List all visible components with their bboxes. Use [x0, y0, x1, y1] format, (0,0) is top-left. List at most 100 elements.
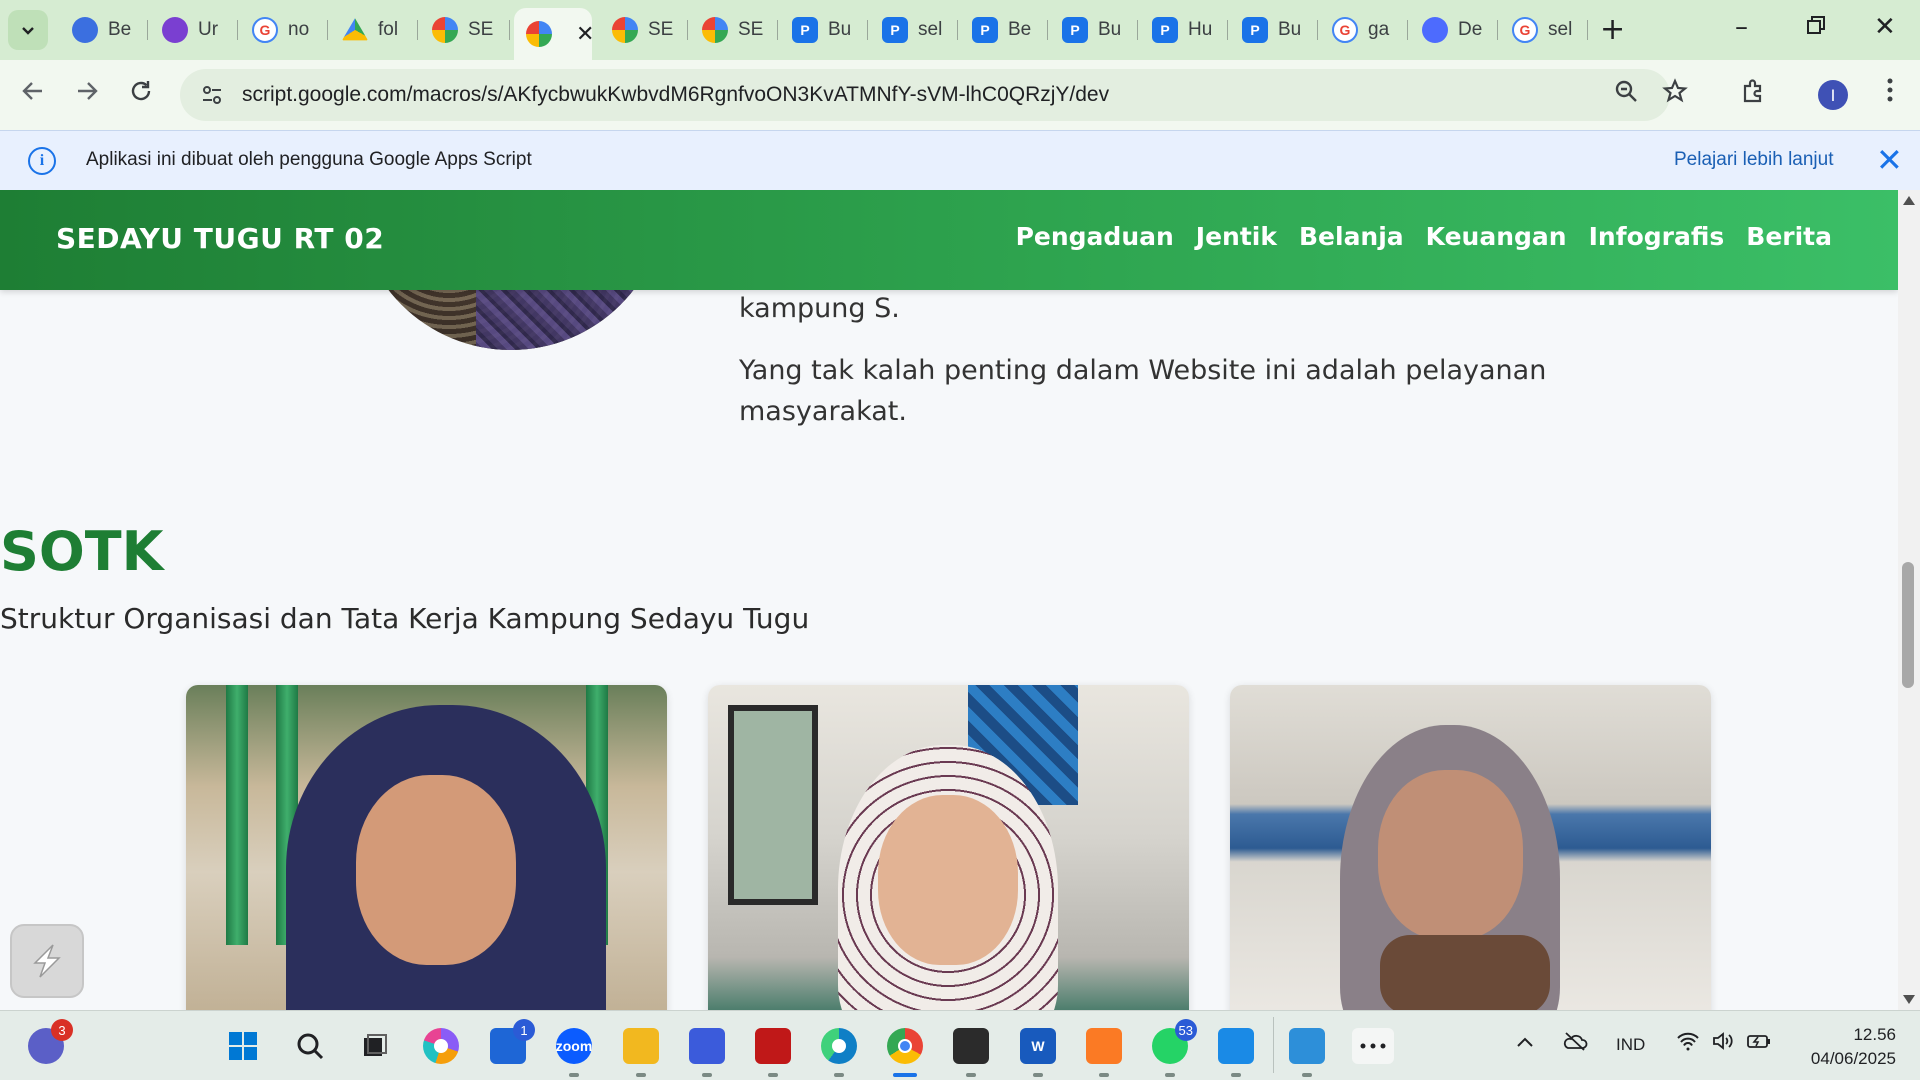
floating-action-button[interactable]: [10, 924, 84, 998]
scroll-down-arrow[interactable]: [1903, 995, 1915, 1004]
xampp-taskbar-button[interactable]: [1083, 1025, 1125, 1077]
search-taskbar-button[interactable]: [289, 1025, 331, 1067]
google-icon: G: [252, 17, 278, 43]
terminal-taskbar-button[interactable]: [950, 1025, 992, 1077]
browser-tab[interactable]: P Hu: [1140, 10, 1228, 50]
task-view-icon: [357, 1028, 393, 1064]
reload-button[interactable]: [128, 78, 154, 111]
scroll-up-arrow[interactable]: [1903, 196, 1915, 205]
photos-taskbar-button[interactable]: [1286, 1025, 1328, 1077]
browser-tab[interactable]: Gga: [1320, 10, 1408, 50]
battery-icon[interactable]: [1746, 1031, 1772, 1056]
browser-tab[interactable]: ✕: [514, 8, 594, 60]
info-icon: i: [28, 147, 56, 175]
menu-item-infografis[interactable]: Infografis: [1589, 222, 1725, 251]
file-explorer-taskbar-button[interactable]: [620, 1025, 662, 1077]
tab-title: ga: [1368, 19, 1390, 40]
browser-tab[interactable]: Be: [60, 10, 148, 50]
browser-toolbar: script.google.com/macros/s/AKfycbwukKwbv…: [0, 60, 1920, 130]
mcafee-taskbar-button[interactable]: [752, 1025, 794, 1077]
sotk-subtitle: Struktur Organisasi dan Tata Kerja Kampu…: [0, 602, 810, 635]
site-settings-icon[interactable]: [196, 79, 228, 111]
chrome-taskbar-button[interactable]: [884, 1025, 926, 1077]
site-menu: Pengaduan Jentik Belanja Keuangan Infogr…: [1016, 222, 1832, 251]
browser-tab[interactable]: P Bu: [1230, 10, 1318, 50]
p-icon: P: [882, 17, 908, 43]
address-bar[interactable]: script.google.com/macros/s/AKfycbwukKwbv…: [180, 69, 1670, 121]
browser-tab[interactable]: SE: [690, 10, 778, 50]
drive-icon: [342, 18, 368, 41]
google-icon: G: [1332, 17, 1358, 43]
menu-item-pengaduan[interactable]: Pengaduan: [1016, 222, 1174, 251]
browser-tab[interactable]: Gno: [240, 10, 328, 50]
site-navbar: SEDAYU TUGU RT 02 Pengaduan Jentik Belan…: [0, 190, 1898, 290]
forward-button[interactable]: [74, 78, 100, 111]
sotk-member-card[interactable]: [186, 685, 667, 1010]
chrome-menu-button[interactable]: [1887, 78, 1893, 109]
vscode-taskbar-button[interactable]: [1215, 1025, 1257, 1077]
close-tab-button[interactable]: ✕: [576, 21, 594, 47]
sotk-member-card[interactable]: [1230, 685, 1711, 1010]
word-taskbar-button[interactable]: W: [1017, 1025, 1059, 1077]
clock[interactable]: 12.56 04/06/2025: [1811, 1023, 1896, 1071]
sotk-member-card[interactable]: [708, 685, 1189, 1010]
restore-button[interactable]: [1806, 12, 1826, 42]
tab-title: Bu: [1098, 19, 1122, 40]
wifi-icon[interactable]: [1676, 1031, 1700, 1056]
apps-script-icon: [526, 21, 552, 47]
tab-title: SE: [738, 19, 764, 40]
browser-tab[interactable]: Ur: [150, 10, 238, 50]
teams-taskbar-button[interactable]: 3: [25, 1019, 73, 1067]
browser-tab[interactable]: SE: [420, 10, 510, 50]
volume-icon[interactable]: [1711, 1031, 1735, 1056]
show-hidden-icons-button[interactable]: [1516, 1033, 1534, 1053]
whatsapp-taskbar-button[interactable]: 53: [1149, 1019, 1197, 1077]
browser-tab[interactable]: Psel: [870, 10, 958, 50]
browser-tab[interactable]: P Be: [960, 10, 1048, 50]
more-taskbar-button[interactable]: [1352, 1025, 1394, 1067]
menu-item-jentik[interactable]: Jentik: [1196, 222, 1277, 251]
learn-more-link[interactable]: Pelajari lebih lanjut: [1674, 149, 1834, 171]
menu-item-belanja[interactable]: Belanja: [1299, 222, 1404, 251]
photos-icon: [1289, 1028, 1325, 1064]
page-scrollbar[interactable]: [1898, 190, 1920, 1010]
copilot-taskbar-button[interactable]: [420, 1025, 462, 1067]
close-infobar-button[interactable]: ✕: [1876, 141, 1903, 179]
task-view-taskbar-button[interactable]: [354, 1025, 396, 1067]
browser-tab[interactable]: De: [1410, 10, 1498, 50]
notification-badge: 53: [1174, 1019, 1197, 1041]
zoom-button[interactable]: [1613, 78, 1639, 111]
running-indicator: [893, 1073, 917, 1077]
onedrive-icon[interactable]: [1562, 1031, 1588, 1056]
edge-icon: [821, 1028, 857, 1064]
tune-icon: [203, 86, 221, 104]
browser-tab[interactable]: fol: [330, 10, 418, 50]
pen-app-taskbar-button[interactable]: [686, 1025, 728, 1077]
new-tab-button[interactable]: +: [1600, 12, 1625, 47]
windows-start-taskbar-button[interactable]: [222, 1025, 264, 1067]
edge-taskbar-button[interactable]: [818, 1025, 860, 1077]
zoom-taskbar-button[interactable]: zoom: [553, 1025, 595, 1077]
browser-tab[interactable]: SE: [600, 10, 688, 50]
language-indicator[interactable]: IND: [1616, 1035, 1645, 1055]
search-icon: [292, 1028, 328, 1064]
extensions-button[interactable]: [1740, 78, 1766, 111]
scrollbar-thumb[interactable]: [1902, 562, 1914, 688]
browser-tab[interactable]: P Bu: [1050, 10, 1138, 50]
minimize-button[interactable]: –: [1735, 12, 1748, 42]
vscode-icon: [1218, 1028, 1254, 1064]
back-button[interactable]: [20, 78, 46, 111]
arrow-left-icon: [22, 82, 42, 100]
browser-tab[interactable]: Gsel: [1500, 10, 1588, 50]
tab-search-button[interactable]: [8, 10, 48, 50]
bookmark-button[interactable]: [1662, 78, 1688, 111]
browser-tab[interactable]: P Bu: [780, 10, 868, 50]
close-window-button[interactable]: ✕: [1874, 12, 1896, 42]
menu-item-berita[interactable]: Berita: [1746, 222, 1832, 251]
url-text[interactable]: script.google.com/macros/s/AKfycbwukKwbv…: [242, 83, 1109, 107]
store-taskbar-button[interactable]: 1: [487, 1019, 535, 1067]
profile-avatar[interactable]: I: [1818, 80, 1848, 110]
windows-taskbar: 3 1 zoom W 53 IND 12.56 04/06/2025: [0, 1010, 1920, 1080]
menu-item-keuangan[interactable]: Keuangan: [1426, 222, 1567, 251]
site-brand[interactable]: SEDAYU TUGU RT 02: [56, 222, 384, 255]
